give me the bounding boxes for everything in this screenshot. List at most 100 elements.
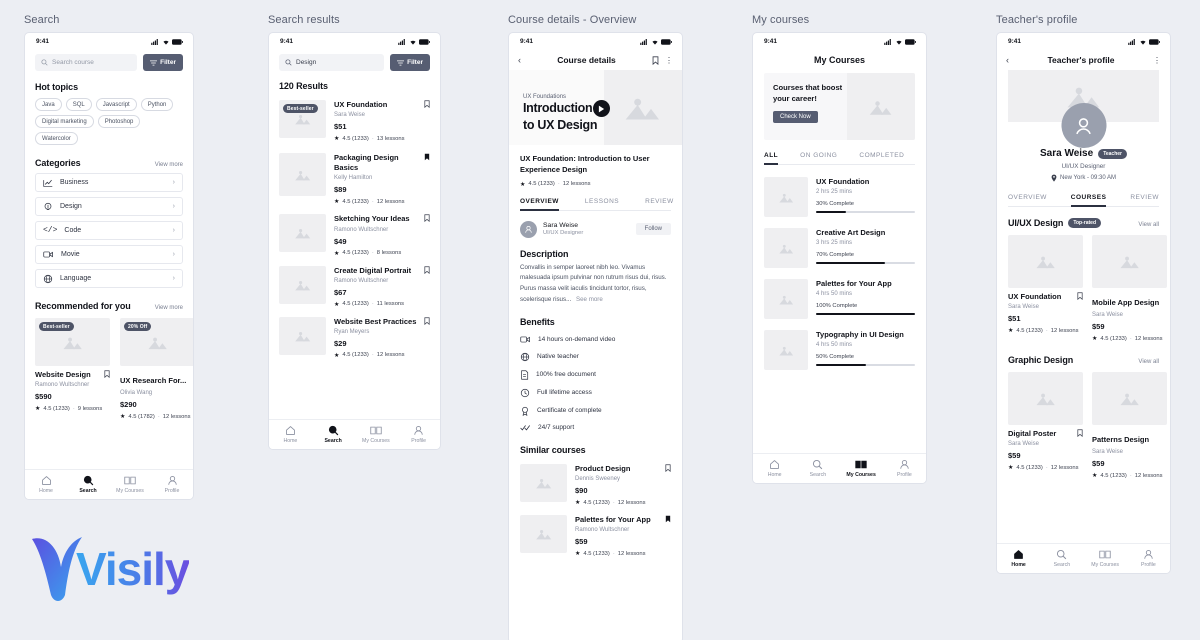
recommended-card[interactable]: 20% Off UX Research For... Olivia Wang $…: [120, 318, 193, 420]
nav-item-home[interactable]: Home: [755, 459, 795, 478]
bookmark-icon[interactable]: [1077, 429, 1083, 437]
see-more-link[interactable]: See more: [576, 296, 603, 303]
course-card[interactable]: Patterns Design Sara Weise $59 ★ 4.5 (12…: [1092, 372, 1167, 479]
bookmark-icon[interactable]: [1077, 292, 1083, 300]
sidebar-item-movie[interactable]: Movie ›: [35, 245, 183, 264]
hot-topic-chip[interactable]: Java: [35, 98, 62, 111]
tab-overview[interactable]: OVERVIEW: [1008, 194, 1047, 206]
play-button[interactable]: [593, 100, 610, 117]
back-icon[interactable]: ‹: [1006, 55, 1009, 65]
frame-title-course-details: Course details - Overview: [508, 14, 637, 26]
course-thumbnail: [279, 316, 326, 355]
nav-label: Search: [809, 471, 827, 478]
hot-topic-chip[interactable]: Photoshop: [97, 115, 141, 128]
filter-button[interactable]: Filter: [390, 54, 430, 71]
list-item[interactable]: Sketching Your Ideas Ramono Wultschner $…: [279, 214, 430, 257]
course-price: $29: [334, 338, 347, 348]
follow-button[interactable]: Follow: [635, 223, 671, 235]
tab-overview[interactable]: OVERVIEW: [520, 198, 559, 211]
sidebar-item-language[interactable]: Language ›: [35, 269, 183, 288]
image-placeholder-icon: [1035, 256, 1055, 269]
nav-item-my-courses[interactable]: My Courses: [356, 425, 396, 444]
more-options-icon[interactable]: ⋮: [665, 56, 673, 65]
star-icon: ★: [1092, 336, 1098, 342]
hot-topic-chip[interactable]: Javascript: [95, 98, 137, 111]
bookmark-icon[interactable]: [104, 370, 110, 378]
list-item[interactable]: Packaging Design Basics Kelly Hamilton $…: [279, 153, 430, 205]
nav-item-search[interactable]: Search: [313, 425, 353, 444]
nav-item-my-courses[interactable]: My Courses: [110, 475, 150, 494]
course-card[interactable]: Digital Poster Sara Weise $59 ★ 4.5 (123…: [1008, 372, 1083, 479]
bookmark-icon[interactable]: [424, 100, 430, 108]
bookmark-icon[interactable]: [652, 55, 659, 65]
list-item[interactable]: Palettes for Your App 4 hrs 50 mins 100%…: [764, 279, 915, 319]
more-options-icon[interactable]: ⋮: [1153, 56, 1161, 65]
profile-role: UI/UX Designer: [1061, 163, 1106, 170]
nav-item-profile[interactable]: Profile: [1128, 549, 1168, 568]
teacher-row[interactable]: Sara Weise UI/UX Designer Follow: [520, 220, 671, 238]
search-input[interactable]: Design: [279, 54, 385, 71]
image-placeholder-icon: [778, 244, 793, 253]
hot-topic-chip[interactable]: Python: [140, 98, 174, 111]
bookmark-icon[interactable]: [424, 265, 430, 274]
list-item[interactable]: Product Design Dennis Sweeney $90 ★ 4.5 …: [520, 463, 671, 506]
recommended-card[interactable]: Best-seller Website Design Ramono Wultsc…: [35, 318, 110, 420]
tab-all[interactable]: ALL: [764, 152, 779, 165]
sidebar-item-code[interactable]: </> Code ›: [35, 221, 183, 240]
list-item[interactable]: Typography in UI Design 4 hrs 50 mins 50…: [764, 330, 915, 370]
image-placeholder-icon: [1119, 393, 1139, 406]
bookmark-icon[interactable]: [665, 515, 671, 523]
nav-item-home[interactable]: Home: [270, 425, 310, 444]
bookmark-icon[interactable]: [665, 464, 671, 472]
course-title: Create Digital Portrait: [334, 265, 412, 275]
list-item[interactable]: Create Digital Portrait Ramono Wultschne…: [279, 265, 430, 308]
nav-item-search[interactable]: Search: [1042, 549, 1082, 568]
nav-item-home[interactable]: Home: [26, 475, 66, 494]
course-author: Ramono Wultschner: [334, 277, 389, 284]
hot-topic-chip[interactable]: Digital marketing: [35, 115, 94, 128]
view-all-link[interactable]: View all: [1138, 359, 1159, 365]
bookmark-icon[interactable]: [424, 316, 430, 325]
course-card[interactable]: UX Foundation Sara Weise $51 ★ 4.5 (1233…: [1008, 235, 1083, 342]
nav-item-home[interactable]: Home: [999, 549, 1039, 568]
nav-item-search[interactable]: Search: [68, 475, 108, 494]
list-item[interactable]: Palettes for Your App Ramono Wultschner …: [520, 515, 671, 557]
nav-item-my-courses[interactable]: My Courses: [841, 459, 881, 478]
bottom-navigation: Home Search My Courses Profile: [753, 453, 926, 483]
tab-on-going[interactable]: ON GOING: [800, 152, 837, 164]
nav-item-search[interactable]: Search: [798, 459, 838, 478]
sidebar-item-design[interactable]: Design ›: [35, 197, 183, 216]
list-item[interactable]: UX Foundation 2 hrs 25 mins 30% Complete: [764, 177, 915, 217]
tab-review[interactable]: REVIEW: [1130, 194, 1159, 206]
list-item[interactable]: Best-seller UX Foundation Sara Weise $51…: [279, 100, 430, 142]
back-icon[interactable]: ‹: [518, 55, 521, 65]
list-item[interactable]: Creative Art Design 3 hrs 25 mins 70% Co…: [764, 228, 915, 268]
course-lessons: 9 lessons: [77, 405, 103, 412]
status-icons: [151, 38, 183, 45]
progress-fill: [816, 211, 846, 214]
nav-item-my-courses[interactable]: My Courses: [1085, 549, 1125, 568]
tab-lessons[interactable]: LESSONS: [585, 198, 619, 210]
tab-completed[interactable]: COMPLETED: [859, 152, 904, 164]
course-author: Sara Weise: [1008, 441, 1039, 448]
view-all-link[interactable]: View all: [1138, 222, 1159, 228]
hot-topic-chip[interactable]: SQL: [65, 98, 92, 111]
filter-button[interactable]: Filter: [143, 54, 183, 71]
recommended-view-more[interactable]: View more: [155, 305, 183, 311]
course-card[interactable]: Mobile App Design Sara Weise $59 ★ 4.5 (…: [1092, 235, 1167, 342]
tab-review[interactable]: REVIEW: [645, 198, 674, 210]
nav-item-profile[interactable]: Profile: [399, 425, 439, 444]
sidebar-item-business[interactable]: Business ›: [35, 173, 183, 192]
tab-courses[interactable]: COURSES: [1070, 194, 1107, 207]
nav-item-profile[interactable]: Profile: [884, 459, 924, 478]
check-now-button[interactable]: Check Now: [773, 110, 818, 123]
bookmark-icon[interactable]: [424, 214, 430, 223]
bookmark-icon[interactable]: [424, 153, 430, 161]
categories-view-more[interactable]: View more: [155, 162, 183, 168]
nav-item-profile[interactable]: Profile: [152, 475, 192, 494]
course-title: Creative Art Design: [816, 228, 886, 237]
list-item[interactable]: Website Best Practices Ryan Meyers $29 ★…: [279, 316, 430, 359]
course-lessons: 12 lessons: [1134, 472, 1163, 479]
hot-topic-chip[interactable]: Watercolor: [35, 132, 78, 145]
search-input[interactable]: Search course: [35, 54, 138, 71]
